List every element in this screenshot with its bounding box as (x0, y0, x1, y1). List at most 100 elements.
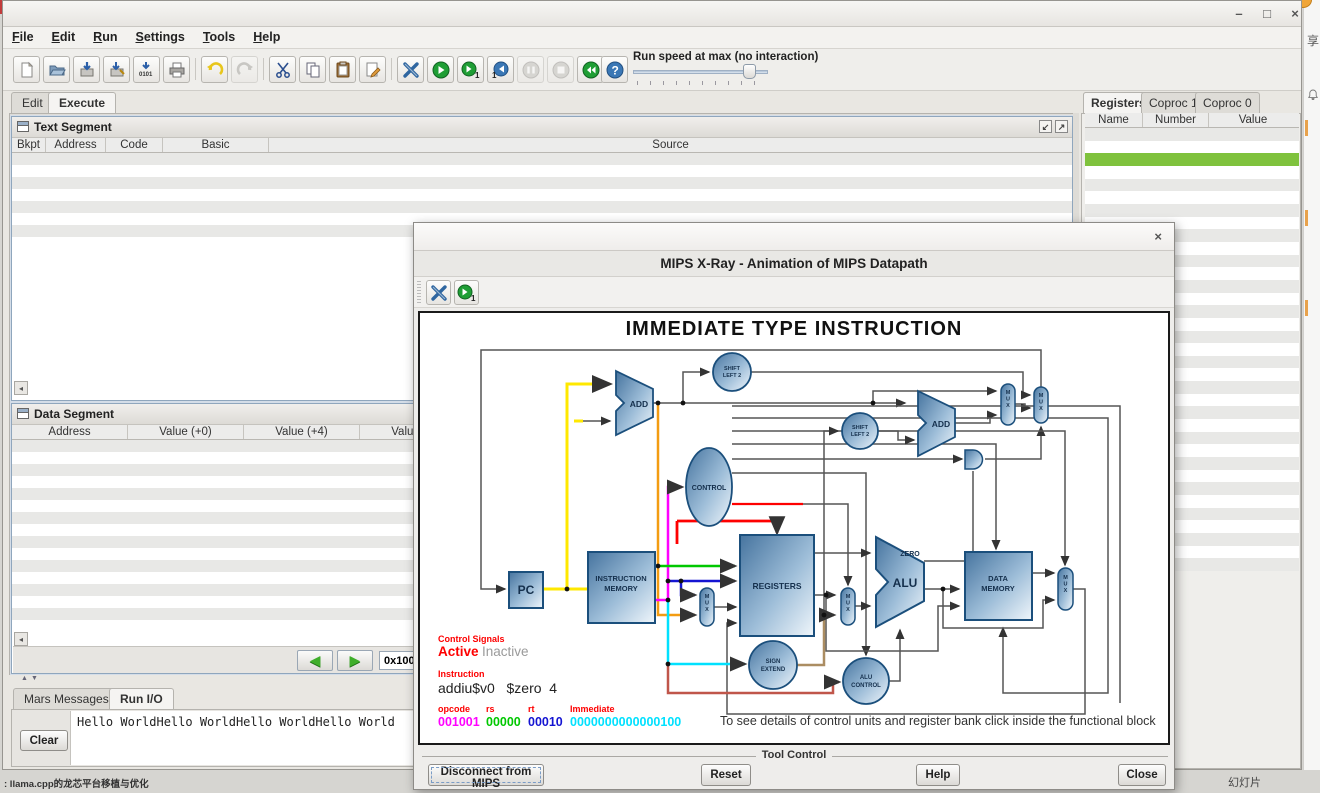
save-as-button[interactable] (103, 56, 130, 83)
register-row[interactable]: $a2 6 0x00000000 (1085, 204, 1299, 217)
and-gate[interactable] (965, 450, 983, 469)
register-row[interactable]: $zero 0 0x00000000 (1085, 128, 1299, 141)
paste-button[interactable] (329, 56, 356, 83)
reset-tool-button[interactable]: Reset (701, 764, 751, 786)
find-replace-button[interactable] (359, 56, 386, 83)
dump-memory-button[interactable]: 0101 (133, 56, 160, 83)
cut-button[interactable] (269, 56, 296, 83)
minimize-button[interactable]: – (1231, 6, 1247, 22)
run-speed-label: Run speed at max (no interaction) (633, 51, 818, 63)
window-icon (17, 408, 29, 419)
menu-file[interactable]: File (3, 27, 43, 47)
sign-extend-block[interactable] (749, 641, 797, 689)
tab-mars-messages[interactable]: Mars Messages (13, 688, 120, 709)
bell-icon[interactable] (1307, 88, 1319, 106)
save-button[interactable] (73, 56, 100, 83)
se-label: SIGN (766, 659, 781, 665)
svg-text:?: ? (611, 63, 618, 77)
dialog-tools-button[interactable] (426, 280, 451, 305)
opcode-label: opcode (438, 704, 470, 714)
col-number: Number (1143, 113, 1209, 127)
register-row[interactable]: $a1 5 0x00000000 (1085, 191, 1299, 204)
table-row[interactable]: 0x0040000c 0x0000000c syscall 10: syscal… (12, 189, 1072, 201)
table-row[interactable]: 0x00400010 0x3c011000 lui $1,0x00001000 … (12, 201, 1072, 213)
step-button[interactable]: 1 (457, 56, 484, 83)
table-row[interactable]: 0x00400008 0x34240000 ori $4,$1,0x000000… (12, 177, 1072, 189)
tools-button[interactable] (397, 56, 424, 83)
tool-control-legend: Tool Control (414, 749, 1174, 761)
help-button[interactable]: ? (601, 56, 628, 83)
mips-xray-dialog: MIPS X-Ray - Animation of MIPS Datapath,… (413, 222, 1175, 790)
hscroll-left-arrow[interactable]: ◂ (14, 632, 28, 646)
datapath-diagram[interactable]: IMMEDIATE TYPE INSTRUCTION (418, 311, 1170, 745)
hscroll-left-arrow[interactable]: ◂ (14, 381, 28, 395)
col-address: Address (12, 425, 128, 439)
help-tool-button[interactable]: Help (916, 764, 960, 786)
menu-edit[interactable]: Edit (43, 27, 85, 47)
menu-tools[interactable]: Tools (194, 27, 244, 47)
stop-button[interactable] (547, 56, 574, 83)
shift-left-2-block[interactable] (713, 353, 751, 391)
orange-mark (1305, 120, 1308, 136)
desktop-bottom-left-text: : llama.cpp的龙芯平台移植与优化 (4, 776, 149, 790)
diagram-note: To see details of control units and regi… (720, 714, 1156, 728)
print-button[interactable] (163, 56, 190, 83)
table-row[interactable]: 0x00400004 0x3c011001 lui $1,0x00001001 … (12, 165, 1072, 177)
left-arrow-icon: ◀ (310, 652, 321, 668)
wire-regwrite-active (677, 521, 777, 533)
orange-mark (1305, 210, 1308, 226)
register-row[interactable]: $v0 2 0x00000004 (1085, 153, 1299, 166)
tab-coproc0[interactable]: Coproc 0 (1195, 92, 1260, 113)
dialog-step-button[interactable]: 1 (454, 280, 479, 305)
ac-label: ALU (860, 675, 872, 681)
tab-run-io[interactable]: Run I/O (109, 688, 174, 709)
reset-button[interactable] (577, 56, 604, 83)
register-row[interactable]: $a0 4 0x00000000 (1085, 179, 1299, 192)
disconnect-button[interactable]: Disconnect from MIPS (428, 764, 544, 786)
text-segment-titlebar[interactable]: Text Segment ↙↗ (12, 117, 1072, 138)
close-tool-button[interactable]: Close (1118, 764, 1166, 786)
alu-control-block[interactable] (843, 658, 889, 704)
desktop-bottom-right-text: 幻灯片 (1228, 774, 1261, 790)
opcode-value: 001001 (438, 715, 480, 729)
dialog-titlebar[interactable]: MIPS X-Ray - Animation of MIPS Datapath,… (414, 223, 1174, 251)
undo-button[interactable] (201, 56, 228, 83)
data-next-button[interactable]: ▶ (337, 650, 373, 671)
frame-maximize-icon[interactable]: ↗ (1055, 120, 1068, 133)
window-titlebar[interactable]: /home/foxsen/Downloads/mips1.asm - MARS … (3, 1, 1301, 27)
menu-settings[interactable]: Settings (126, 27, 193, 47)
control-label: CONTROL (692, 485, 727, 492)
open-file-button[interactable] (43, 56, 70, 83)
menu-run[interactable]: Run (84, 27, 126, 47)
tab-execute[interactable]: Execute (48, 92, 116, 113)
backstep-one-label: 1 (492, 71, 497, 79)
backstep-button[interactable]: 1 (487, 56, 514, 83)
col-value4: Value (+4) (244, 425, 360, 439)
register-row[interactable]: $v1 3 0x00000000 (1085, 166, 1299, 179)
menu-help[interactable]: Help (244, 27, 289, 47)
maximize-button[interactable]: □ (1259, 6, 1275, 22)
run-button[interactable] (427, 56, 454, 83)
active-label: Active (438, 644, 479, 659)
sl2b-label2: LEFT 2 (851, 432, 869, 438)
new-file-button[interactable] (13, 56, 40, 83)
shift-left-2-branch-block[interactable] (842, 413, 878, 449)
clear-button[interactable]: Clear (20, 730, 68, 751)
data-prev-button[interactable]: ◀ (297, 650, 333, 671)
ac-label2: CONTROL (851, 683, 881, 689)
table-row[interactable]: 0x00400000 0x24020004 addiu $2,$0,0x0000… (12, 153, 1072, 165)
col-value: Value (1209, 113, 1297, 127)
zero-label: ZERO (900, 551, 920, 558)
copy-button[interactable] (299, 56, 326, 83)
col-value0: Value (+0) (128, 425, 244, 439)
close-button[interactable]: × (1287, 6, 1303, 22)
dialog-close-icon[interactable]: × (1154, 223, 1162, 251)
redo-button[interactable] (231, 56, 258, 83)
pause-button[interactable] (517, 56, 544, 83)
alu-label: ALU (893, 576, 918, 590)
frame-minimize-icon[interactable]: ↙ (1039, 120, 1052, 133)
imm-label: Immediate (570, 704, 615, 714)
rt-label: rt (528, 704, 535, 714)
register-row[interactable]: $at 1 0x00000000 (1085, 141, 1299, 154)
run-speed-slider-thumb[interactable] (743, 64, 756, 79)
